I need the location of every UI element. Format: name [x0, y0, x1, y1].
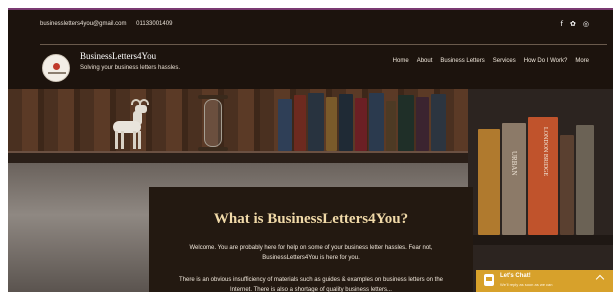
- book-spine: [386, 101, 396, 151]
- hero-section: URBAN LONDON BRIDGE What is BusinessLett…: [8, 89, 613, 292]
- chat-widget[interactable]: Let's Chat! We'll reply as soon as we ca…: [476, 270, 613, 292]
- book-spine: [355, 98, 367, 151]
- hourglass-glass: [204, 99, 222, 147]
- twitter-icon[interactable]: ✿: [570, 19, 576, 29]
- nav-item-home[interactable]: Home: [393, 57, 409, 65]
- nav-item-services[interactable]: Services: [493, 57, 516, 65]
- moose-leg: [121, 131, 124, 149]
- chat-label[interactable]: Let's Chat!: [500, 273, 531, 279]
- book-spine: [294, 95, 306, 151]
- hourglass-decoration: [198, 95, 228, 151]
- intro-panel: What is BusinessLetters4You? Welcome. Yo…: [149, 187, 473, 292]
- intro-heading: What is BusinessLetters4You?: [213, 211, 409, 227]
- logo-text-bar: [48, 72, 66, 74]
- top-contact-bar: businessletters4you@gmail.com 0113300140…: [8, 10, 613, 40]
- book-spine: [339, 94, 353, 151]
- chat-subtext: We'll reply as soon as we can: [500, 282, 553, 287]
- book-spine: [308, 93, 324, 151]
- facebook-icon[interactable]: f: [561, 19, 563, 29]
- website-page: businessletters4you@gmail.com 0113300140…: [8, 8, 613, 292]
- book-spine: [478, 129, 500, 235]
- book-spine-london-bridge: LONDON BRIDGE: [528, 117, 558, 235]
- nav-item-more[interactable]: More: [575, 57, 589, 65]
- main-navigation: Home About Business Letters Services How…: [393, 57, 589, 65]
- book-spine: [431, 94, 446, 151]
- bookcase-books: URBAN LONDON BRIDGE: [468, 105, 613, 235]
- social-links: f ✿ ◎: [561, 19, 589, 29]
- bookcase-shelf: [468, 235, 613, 245]
- book-spine: [278, 99, 292, 151]
- book-spine: [369, 93, 384, 151]
- moose-leg: [138, 131, 141, 149]
- chevron-up-icon[interactable]: [595, 274, 605, 284]
- brand-tagline: Solving your business letters hassles.: [80, 65, 181, 71]
- moose-figurine: [105, 99, 149, 151]
- book-title-urban: URBAN: [510, 151, 518, 176]
- moose-leg: [115, 131, 118, 149]
- book-spine: [416, 97, 429, 151]
- brand-logo[interactable]: [42, 54, 70, 82]
- email-link[interactable]: businessletters4you@gmail.com: [40, 21, 126, 27]
- book-spine-urban: URBAN: [502, 123, 526, 235]
- intro-paragraph-1: Welcome. You are probably here for help …: [189, 245, 433, 261]
- logo-mark-icon: [53, 63, 60, 70]
- hourglass-base: [198, 147, 228, 151]
- book-spine: [326, 97, 337, 151]
- chat-icon[interactable]: [484, 274, 494, 286]
- phone-number[interactable]: 01133001409: [136, 21, 172, 27]
- book-spine: [398, 95, 414, 151]
- nav-item-business-letters[interactable]: Business Letters: [440, 57, 484, 65]
- book-spine: [560, 135, 574, 235]
- intro-paragraph-2: There is an obvious insufficiency of mat…: [178, 277, 444, 292]
- book-spine: [576, 125, 594, 235]
- moose-leg: [133, 131, 136, 149]
- book-title-london-bridge: LONDON BRIDGE: [542, 127, 548, 177]
- shelf-books: [278, 89, 448, 151]
- brand-name[interactable]: BusinessLetters4You: [80, 51, 156, 61]
- nav-item-how-do-i-work[interactable]: How Do I Work?: [524, 57, 568, 65]
- nav-item-about[interactable]: About: [417, 57, 433, 65]
- instagram-icon[interactable]: ◎: [583, 19, 589, 29]
- contact-info: businessletters4you@gmail.com 0113300140…: [40, 21, 180, 27]
